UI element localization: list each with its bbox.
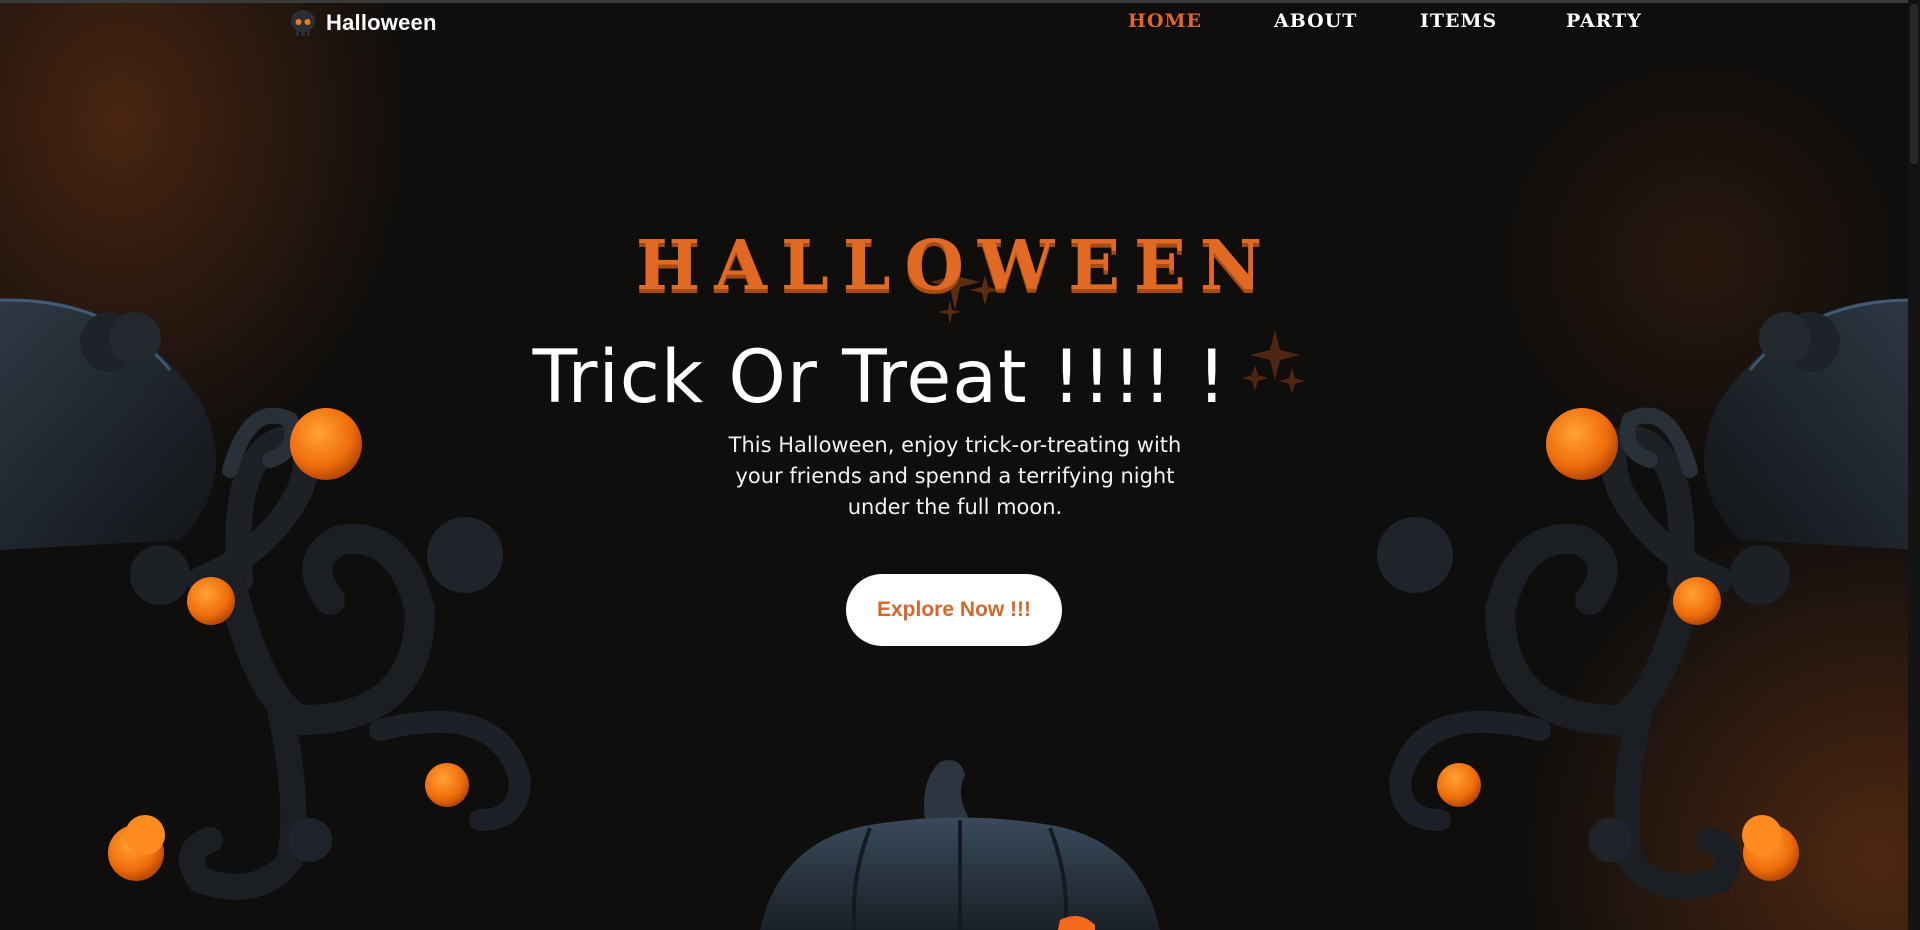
pumpkin [760,760,1160,930]
hero-subtitle: Trick Or Treat !!!! ! [532,335,1228,420]
skull-icon [291,10,315,36]
main-nav: HOME ABOUT ITEMS PARTY [1128,10,1712,32]
hero-title: HALLOWEEN [635,226,1277,306]
window-top-border [0,0,1920,3]
scrollbar[interactable] [1908,0,1920,930]
nav-item-home[interactable]: HOME [1128,10,1274,32]
brand-name: Halloween [326,10,437,35]
hero-description: This Halloween, enjoy trick-or-treating … [728,433,1182,519]
explore-now-button[interactable]: Explore Now !!! [846,574,1062,646]
scrollbar-thumb[interactable] [1910,4,1918,164]
nav-item-items[interactable]: ITEMS [1420,10,1566,32]
brand[interactable]: Halloween [288,8,437,38]
nav-item-party[interactable]: PARTY [1566,10,1712,32]
page: Halloween HOME ABOUT ITEMS PARTY HALLOWE… [0,0,1920,930]
nav-item-about[interactable]: ABOUT [1274,10,1420,32]
